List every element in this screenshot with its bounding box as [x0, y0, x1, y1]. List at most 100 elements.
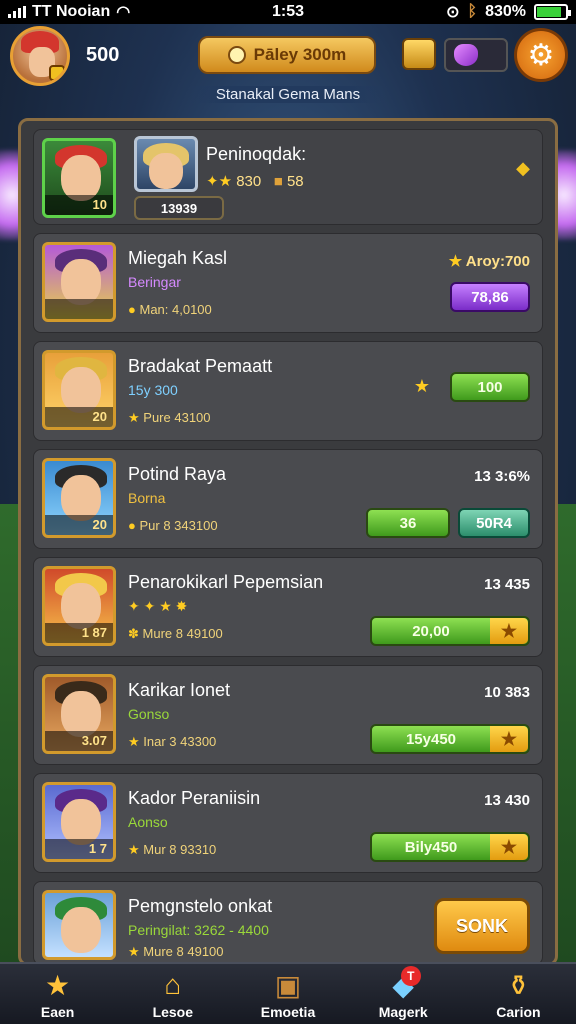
- player-right-stat: 13 430: [484, 792, 530, 809]
- featured-title: Peninoqdak:: [206, 144, 307, 164]
- gem-icon: [454, 44, 478, 66]
- player-right-stat: 10 383: [484, 684, 530, 701]
- play-button-label: Pāley 300m: [253, 45, 347, 64]
- price-pill[interactable]: 78,86: [450, 282, 530, 312]
- coin-icon: ●: [128, 302, 136, 317]
- player-meta: ★ Mure 8 49100: [128, 944, 224, 959]
- player-meta: ✽ Mure 8 49100: [128, 626, 223, 641]
- player-row[interactable]: 20 Bradakat Pemaatt 15y 300 ★ Pure 43100…: [33, 341, 543, 441]
- battery-percent: 830%: [485, 3, 526, 20]
- secondary-pill[interactable]: 50R4: [458, 508, 530, 538]
- player-portrait: 20: [42, 458, 116, 538]
- player-portrait: 3.07: [42, 674, 116, 754]
- nav-item-shop[interactable]: ◆ T Magerk: [346, 964, 461, 1024]
- player-name: Bradakat Pemaatt: [128, 356, 273, 376]
- top-header: 500 Pāley 300m ⚙: [0, 24, 576, 88]
- pin-icon: ●: [128, 518, 136, 533]
- nav-item-house[interactable]: ⌂ Lesoe: [115, 964, 230, 1024]
- value-pill[interactable]: 36: [366, 508, 450, 538]
- star-icon: ★: [448, 253, 463, 270]
- carrier-name: TT Nooian: [32, 3, 111, 20]
- star-icon: ★: [490, 726, 528, 752]
- player-name: Penarokikarl Pepemsian: [128, 572, 324, 592]
- nav-item-chest[interactable]: ▣ Emoetia: [230, 964, 345, 1024]
- bottom-navigation: ★ Eaen ⌂ Lesoe ▣ Emoetia ◆ T Magerk ⚱ Ca…: [0, 962, 576, 1024]
- player-name: Pemgnstelo onkat: [128, 896, 273, 916]
- star-icon: ★: [45, 969, 71, 1001]
- value-pill[interactable]: 100: [450, 372, 530, 402]
- star-icon: ★: [128, 944, 140, 959]
- player-meta: ● Pur 8 343100: [128, 518, 218, 533]
- status-bar: TT Nooian ◠ 1:53 ⊙ ᛒ 830%: [0, 0, 576, 24]
- coin-count: 500: [86, 44, 120, 66]
- player-meta: ★ Pure 43100: [128, 410, 211, 425]
- player-name: Kador Peraniisin: [128, 788, 261, 808]
- treasure-icon: ⚱: [506, 969, 531, 1001]
- play-button[interactable]: Pāley 300m: [198, 36, 376, 74]
- player-name: Miegah Kasl: [128, 248, 228, 268]
- screen-subtitle: Stanakal Gema Mans: [0, 86, 576, 103]
- player-right-stat: 13 3:6%: [474, 468, 530, 485]
- player-avatar[interactable]: [10, 26, 70, 86]
- diamond-icon: ◆: [516, 158, 530, 178]
- nav-item-treasure[interactable]: ⚱ Carion: [461, 964, 576, 1024]
- player-portrait: 1 87: [42, 566, 116, 646]
- player-name: Karikar Ionet: [128, 680, 231, 700]
- leaf-icon: ✽: [128, 626, 139, 641]
- star-icon: ★: [128, 842, 140, 857]
- player-portrait: 20: [42, 350, 116, 430]
- player-list-panel: 10 Peninoqdak: ✦★ 830 ■ 58 13939 ◆ Miega…: [18, 118, 558, 966]
- star-icon: ★: [490, 834, 528, 860]
- buy-pill[interactable]: 15y450 ★: [370, 724, 530, 754]
- settings-button[interactable]: ⚙: [514, 28, 568, 82]
- player-right-stat: ★ Aroy:700: [448, 253, 530, 270]
- player-meta: ★ Mur 8 93310: [128, 842, 217, 857]
- player-row[interactable]: 1 7 Kador Peraniisin Aonso ★ Mur 8 93310…: [33, 773, 543, 873]
- star-icon: ★: [128, 734, 140, 749]
- star-icon: ★: [490, 618, 528, 644]
- player-subtitle: Gonso: [128, 706, 170, 722]
- player-row[interactable]: 20 Potind Raya Borna ● Pur 8 343100 13 3…: [33, 449, 543, 549]
- featured-portrait: 10: [42, 138, 116, 218]
- player-right-stat: 13 435: [484, 576, 530, 593]
- player-badges: ✦ ✦ ★ ✸: [128, 598, 188, 614]
- featured-portrait-secondary: [134, 136, 198, 192]
- nav-item-home[interactable]: ★ Eaen: [0, 964, 115, 1024]
- star-icon: ★: [413, 376, 430, 396]
- player-subtitle: Peringilat: 3262 - 4400: [128, 922, 269, 938]
- pin-icon: [227, 46, 246, 64]
- house-icon: ⌂: [164, 969, 182, 1000]
- buy-pill[interactable]: 20,00 ★: [370, 616, 530, 646]
- player-portrait: [42, 890, 116, 960]
- player-row[interactable]: 3.07 Karikar Ionet Gonso ★ Inar 3 43300 …: [33, 665, 543, 765]
- gem-counter[interactable]: [444, 38, 508, 72]
- player-row[interactable]: Miegah Kasl Beringar ● Man: 4,0100 ★ Aro…: [33, 233, 543, 333]
- player-meta: ● Man: 4,0100: [128, 302, 212, 317]
- player-subtitle: Beringar: [128, 274, 181, 290]
- player-name: Potind Raya: [128, 464, 227, 484]
- alarm-icon: ⊙: [446, 4, 460, 21]
- player-portrait: 1 7: [42, 782, 116, 862]
- player-subtitle: Borna: [128, 490, 166, 506]
- gear-icon: ⚙: [527, 38, 555, 72]
- signal-icon: [8, 6, 26, 18]
- player-meta: ★ Inar 3 43300: [128, 734, 217, 749]
- star-icon: ★: [128, 410, 140, 425]
- featured-stats: ✦★ 830 ■ 58: [206, 173, 304, 190]
- star-icons: ✦★: [206, 173, 233, 190]
- cube-icon: ■: [273, 173, 283, 190]
- player-portrait: [42, 242, 116, 322]
- player-row[interactable]: 1 87 Penarokikarl Pepemsian ✦ ✦ ★ ✸ ✽ Mu…: [33, 557, 543, 657]
- clock: 1:53: [271, 3, 305, 20]
- player-subtitle: Aonso: [128, 814, 168, 830]
- featured-row[interactable]: 10 Peninoqdak: ✦★ 830 ■ 58 13939 ◆: [33, 129, 543, 225]
- featured-code: 13939: [134, 196, 224, 220]
- action-button[interactable]: SONK: [434, 898, 530, 954]
- gold-stack-icon[interactable]: [402, 38, 436, 70]
- battery-icon: [534, 4, 571, 20]
- wifi-icon: ◠: [116, 4, 131, 21]
- rank-badge-icon: [49, 65, 65, 81]
- buy-pill[interactable]: Bily450 ★: [370, 832, 530, 862]
- player-subtitle: 15y 300: [128, 382, 178, 398]
- player-row[interactable]: Pemgnstelo onkat Peringilat: 3262 - 4400…: [33, 881, 543, 965]
